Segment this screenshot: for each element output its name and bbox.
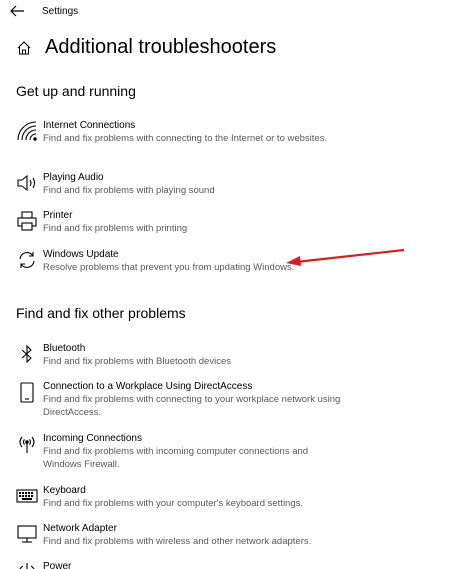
troubleshooter-keyboard[interactable]: Keyboard Find and fix problems with your… <box>16 485 456 511</box>
antenna-icon <box>16 433 38 455</box>
speaker-icon <box>16 172 38 194</box>
title-bar: Settings <box>0 0 474 24</box>
power-icon <box>16 561 38 569</box>
item-title: Playing Audio <box>43 172 104 183</box>
item-title: Network Adapter <box>43 523 117 534</box>
refresh-icon <box>16 249 38 271</box>
monitor-icon <box>16 523 38 545</box>
item-description: Find and fix problems with your computer… <box>43 498 304 509</box>
troubleshooter-internet-connections[interactable]: Internet Connections Find and fix proble… <box>16 120 456 156</box>
troubleshooter-bluetooth[interactable]: Bluetooth Find and fix problems with Blu… <box>16 343 456 369</box>
page-title: Additional troubleshooters <box>45 36 277 58</box>
phone-icon <box>16 381 38 403</box>
item-title: Keyboard <box>43 485 86 496</box>
item-title: Connection to a Workplace Using DirectAc… <box>43 381 253 392</box>
troubleshooter-playing-audio[interactable]: Playing Audio Find and fix problems with… <box>16 172 456 198</box>
troubleshooter-printer[interactable]: Printer Find and fix problems with print… <box>16 210 456 236</box>
troubleshooter-directaccess[interactable]: Connection to a Workplace Using DirectAc… <box>16 381 456 419</box>
item-title: Power <box>43 561 72 569</box>
section-heading-get-up-running: Get up and running <box>16 83 136 99</box>
item-description: Find and fix problems with connecting to… <box>43 133 328 144</box>
keyboard-icon <box>16 485 38 507</box>
item-title: Printer <box>43 210 73 221</box>
item-description: Find and fix problems with printing <box>43 223 188 234</box>
bluetooth-icon <box>16 343 38 365</box>
printer-icon <box>16 210 38 232</box>
item-description: Find and fix problems with incoming comp… <box>43 446 309 470</box>
troubleshooter-windows-update[interactable]: Windows Update Resolve problems that pre… <box>16 249 456 275</box>
troubleshooter-incoming-connections[interactable]: Incoming Connections Find and fix proble… <box>16 433 456 471</box>
item-description: Find and fix problems with wireless and … <box>43 536 312 547</box>
back-arrow-icon[interactable] <box>8 3 26 19</box>
item-description: Find and fix problems with playing sound <box>43 185 215 196</box>
wifi-icon <box>16 120 38 142</box>
item-title: Incoming Connections <box>43 433 142 444</box>
app-title: Settings <box>42 6 79 17</box>
home-icon[interactable] <box>16 40 32 56</box>
item-title: Bluetooth <box>43 343 86 354</box>
item-title: Internet Connections <box>43 120 136 131</box>
troubleshooter-power[interactable]: Power <box>16 561 456 569</box>
troubleshooter-network-adapter[interactable]: Network Adapter Find and fix problems wi… <box>16 523 456 549</box>
item-description: Resolve problems that prevent you from u… <box>43 262 295 273</box>
item-title: Windows Update <box>43 249 119 260</box>
item-description: Find and fix problems with connecting to… <box>43 394 341 418</box>
item-description: Find and fix problems with Bluetooth dev… <box>43 356 231 367</box>
section-heading-find-fix-other: Find and fix other problems <box>16 305 186 321</box>
